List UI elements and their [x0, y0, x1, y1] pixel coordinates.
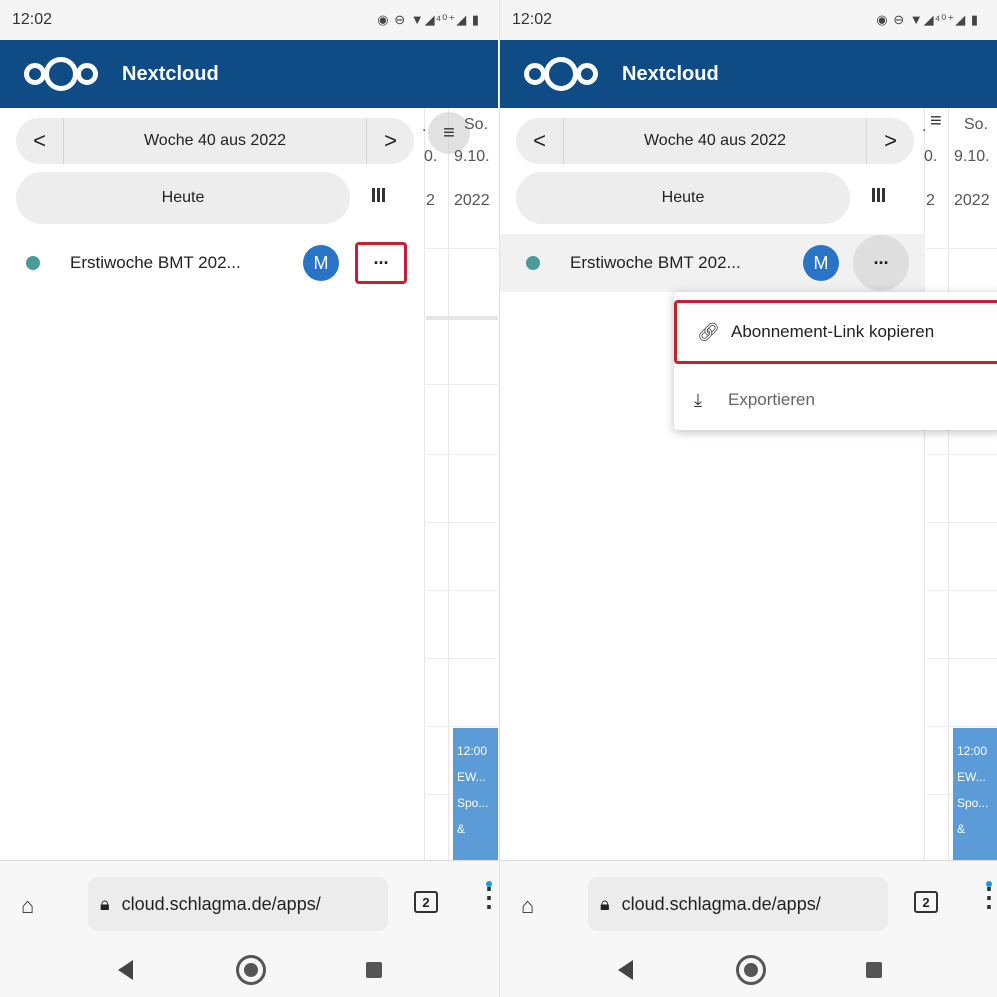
- day-header-weekday: So.: [964, 116, 989, 133]
- recents-icon[interactable]: [366, 962, 382, 978]
- event-time: 12:00: [457, 744, 488, 758]
- prev-day-fragment-3: 2: [426, 192, 435, 209]
- day-header-weekday: So.: [464, 116, 489, 133]
- calendar-event[interactable]: 12:00 EW... Spo... &: [953, 728, 997, 868]
- tab-count-button[interactable]: 2: [414, 891, 438, 913]
- event-text-more: &: [457, 822, 466, 836]
- calendar-actions-button[interactable]: ···: [355, 242, 407, 284]
- next-week-button[interactable]: >: [366, 118, 414, 164]
- prev-day-fragment-1: .: [922, 118, 927, 135]
- day-header-date: 9.10.: [954, 148, 990, 165]
- app-title: Nextcloud: [622, 62, 719, 85]
- status-icons: ◉ ⊖ ▼◢⁴⁰⁺◢ ▮: [876, 12, 979, 27]
- day-header-year: 2022: [954, 192, 990, 209]
- prev-day-fragment-3: 2: [926, 192, 935, 209]
- calendar-name[interactable]: Erstiwoche BMT 202...: [570, 253, 780, 273]
- calendar-actions-menu: 🔗︎ Abonnement-Link kopieren ⤓ Exportiere…: [674, 292, 997, 430]
- event-time: 12:00: [957, 744, 988, 758]
- calendar-actions-button[interactable]: ···: [853, 235, 909, 291]
- url-text: cloud.schlagma.de/apps/: [121, 893, 321, 914]
- calendar-color-dot[interactable]: [26, 256, 40, 270]
- calendar-list-item[interactable]: Erstiwoche BMT 202... M ···: [500, 234, 925, 292]
- lock-icon: 🔒︎: [600, 893, 610, 914]
- menu-icon[interactable]: ≡: [930, 110, 942, 133]
- calendar-week-grid: . 0. 2 ≡ So. 9.10. 2022 12:00 EW... Spo.…: [922, 108, 997, 868]
- app-header: Nextcloud: [0, 40, 498, 108]
- event-title: EW...: [957, 770, 986, 784]
- url-field[interactable]: 🔒︎ cloud.schlagma.de/apps/: [588, 877, 888, 931]
- day-header-date: 9.10.: [454, 148, 490, 165]
- event-title: EW...: [457, 770, 486, 784]
- avatar: M: [803, 245, 839, 281]
- recents-icon[interactable]: [866, 962, 882, 978]
- event-text: Spo...: [457, 796, 489, 810]
- home-icon[interactable]: ⌂: [521, 893, 534, 919]
- week-navigator: < Woche 40 aus 2022 >: [516, 118, 914, 164]
- prev-day-fragment-2: 0.: [924, 148, 938, 165]
- home-button-icon[interactable]: [236, 955, 266, 985]
- week-label[interactable]: Woche 40 aus 2022: [64, 132, 366, 150]
- day-header-year: 2022: [454, 192, 490, 209]
- view-columns-icon[interactable]: [372, 188, 385, 202]
- nextcloud-logo[interactable]: [24, 57, 98, 91]
- week-navigator: < Woche 40 aus 2022 >: [16, 118, 414, 164]
- browser-toolbar: ⌂ 🔒︎ cloud.schlagma.de/apps/ 2 ⋮: [500, 860, 997, 944]
- home-button-icon[interactable]: [736, 955, 766, 985]
- tab-count-button[interactable]: 2: [914, 891, 938, 913]
- previous-week-button[interactable]: <: [16, 118, 64, 164]
- status-time: 12:02: [12, 11, 53, 28]
- calendar-sidebar: < Woche 40 aus 2022 > Heute Erstiwoche B…: [500, 108, 925, 863]
- calendar-week-grid: . 0. 2 ≡ So. 9.10. 2022 12:00 EW... Spo.…: [422, 108, 498, 868]
- phone-screen-left: 12:02 ◉ ⊖ ▼◢⁴⁰⁺◢ ▮ Nextcloud < Woche 40 …: [0, 0, 498, 997]
- copy-subscription-link-item[interactable]: 🔗︎ Abonnement-Link kopieren: [674, 300, 997, 364]
- status-bar: 12:02 ◉ ⊖ ▼◢⁴⁰⁺◢ ▮: [0, 0, 498, 40]
- menu-item-label: Abonnement-Link kopieren: [731, 322, 935, 341]
- calendar-event[interactable]: 12:00 EW... Spo... &: [453, 728, 498, 868]
- view-columns-icon[interactable]: [872, 188, 885, 202]
- avatar: M: [303, 245, 339, 281]
- week-label[interactable]: Woche 40 aus 2022: [564, 132, 866, 150]
- calendar-sidebar: < Woche 40 aus 2022 > Heute Erstiwoche B…: [0, 108, 425, 863]
- nextcloud-logo[interactable]: [524, 57, 598, 91]
- android-nav-bar: [0, 944, 498, 997]
- status-icons: ◉ ⊖ ▼◢⁴⁰⁺◢ ▮: [377, 12, 480, 27]
- app-title: Nextcloud: [122, 62, 219, 85]
- android-nav-bar: [500, 944, 997, 997]
- download-icon: ⤓: [694, 389, 702, 410]
- home-icon[interactable]: ⌂: [21, 893, 34, 919]
- prev-day-fragment-2: 0.: [424, 148, 438, 165]
- browser-menu-icon[interactable]: ⋮: [976, 881, 997, 910]
- status-time: 12:02: [512, 11, 553, 28]
- export-item[interactable]: ⤓ Exportieren: [674, 368, 997, 432]
- url-field[interactable]: 🔒︎ cloud.schlagma.de/apps/: [88, 877, 388, 931]
- back-icon[interactable]: [618, 960, 633, 980]
- lock-icon: 🔒︎: [100, 893, 110, 914]
- calendar-list-item[interactable]: Erstiwoche BMT 202... M ···: [0, 234, 425, 292]
- calendar-name[interactable]: Erstiwoche BMT 202...: [70, 253, 280, 273]
- phone-screen-right: 12:02 ◉ ⊖ ▼◢⁴⁰⁺◢ ▮ Nextcloud < Woche 40 …: [499, 0, 997, 997]
- link-icon: 🔗︎: [697, 321, 720, 342]
- next-week-button[interactable]: >: [866, 118, 914, 164]
- today-button[interactable]: Heute: [516, 172, 850, 224]
- prev-day-fragment-1: .: [422, 118, 427, 135]
- menu-item-label: Exportieren: [728, 390, 815, 409]
- status-bar: 12:02 ◉ ⊖ ▼◢⁴⁰⁺◢ ▮: [500, 0, 997, 40]
- app-header: Nextcloud: [500, 40, 997, 108]
- previous-week-button[interactable]: <: [516, 118, 564, 164]
- url-text: cloud.schlagma.de/apps/: [621, 893, 821, 914]
- today-button[interactable]: Heute: [16, 172, 350, 224]
- browser-menu-icon[interactable]: ⋮: [476, 881, 498, 910]
- event-text-more: &: [957, 822, 966, 836]
- browser-toolbar: ⌂ 🔒︎ cloud.schlagma.de/apps/ 2 ⋮: [0, 860, 498, 944]
- back-icon[interactable]: [118, 960, 133, 980]
- event-text: Spo...: [957, 796, 989, 810]
- calendar-color-dot[interactable]: [526, 256, 540, 270]
